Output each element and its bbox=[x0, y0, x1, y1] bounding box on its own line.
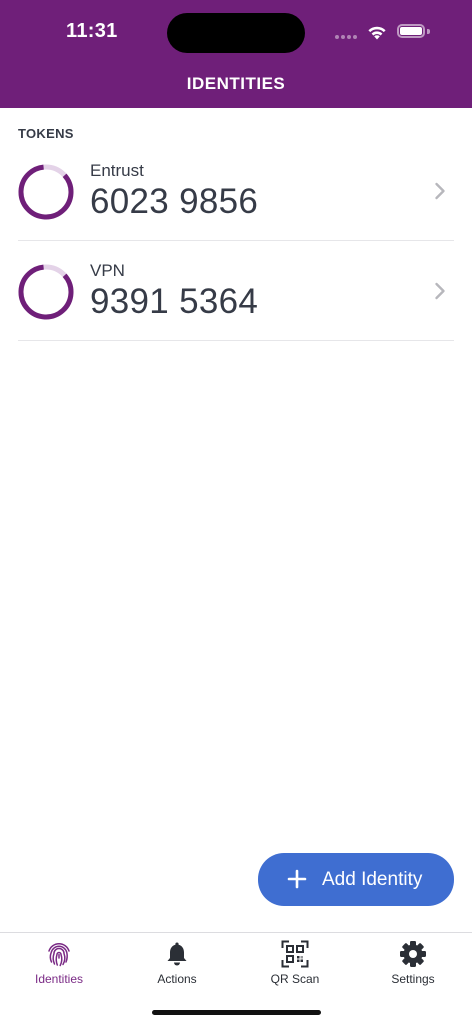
page-title: IDENTITIES bbox=[186, 74, 286, 93]
wifi-icon bbox=[368, 26, 386, 40]
gear-icon bbox=[400, 941, 426, 967]
chevron-right-icon bbox=[435, 182, 445, 200]
tab-label: Identities bbox=[34, 972, 84, 986]
tab-actions[interactable]: Actions bbox=[118, 933, 236, 993]
token-code: 6023 9856 bbox=[90, 182, 259, 221]
status-time: 11:31 bbox=[66, 20, 118, 42]
bell-icon bbox=[167, 942, 187, 966]
section-title-tokens: TOKENS bbox=[18, 126, 74, 141]
battery-icon bbox=[397, 24, 425, 38]
tab-label: Settings bbox=[391, 972, 435, 986]
dynamic-island bbox=[167, 13, 305, 53]
fingerprint-icon bbox=[48, 942, 70, 967]
countdown-ring-icon bbox=[18, 264, 74, 320]
token-name: Entrust bbox=[90, 161, 144, 180]
add-identity-label: Add Identity bbox=[322, 869, 423, 890]
token-row-vpn[interactable]: VPN 9391 5364 bbox=[18, 242, 454, 341]
tab-settings[interactable]: Settings bbox=[354, 933, 472, 993]
countdown-ring-icon bbox=[18, 164, 74, 220]
plus-icon bbox=[287, 869, 307, 889]
qr-code-icon bbox=[281, 940, 309, 968]
add-identity-button[interactable]: Add Identity bbox=[258, 853, 454, 906]
tab-label: Actions bbox=[157, 972, 197, 986]
app-header: 11:31 IDENTITIES bbox=[0, 0, 472, 108]
tab-identities[interactable]: Identities bbox=[0, 933, 118, 993]
chevron-right-icon bbox=[435, 282, 445, 300]
cellular-signal-icon bbox=[335, 35, 359, 41]
tab-label: QR Scan bbox=[270, 972, 320, 986]
battery-cap bbox=[427, 29, 430, 34]
home-indicator bbox=[152, 1010, 321, 1015]
token-name: VPN bbox=[90, 261, 125, 280]
tab-qr-scan[interactable]: QR Scan bbox=[236, 933, 354, 993]
token-code: 9391 5364 bbox=[90, 282, 259, 321]
token-row-entrust[interactable]: Entrust 6023 9856 bbox=[18, 142, 454, 241]
